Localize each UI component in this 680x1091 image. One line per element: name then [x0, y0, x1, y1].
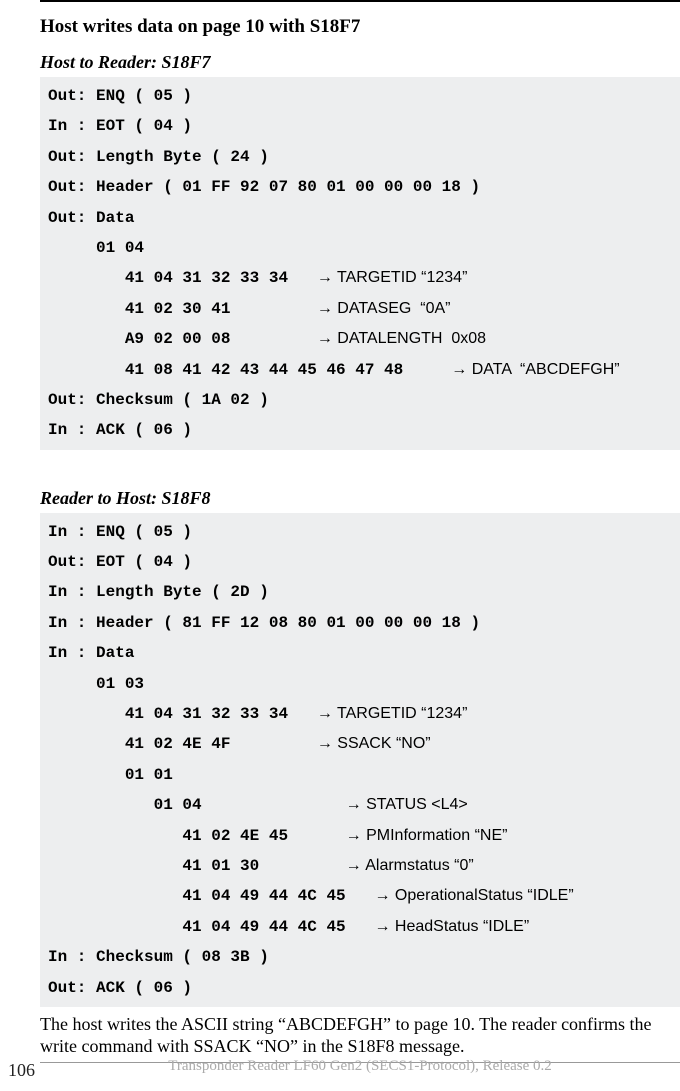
protocol-line: Out: ENQ ( 05 ): [48, 81, 672, 111]
body-text: The host writes the ASCII string “ABCDEF…: [40, 1013, 680, 1058]
protocol-line: 41 02 4E 45 → PMInformation “NE”: [48, 821, 672, 851]
protocol-text: Out: Checksum ( 1A 02 ): [48, 385, 269, 415]
protocol-annotation: → TARGETID “1234”: [317, 263, 468, 293]
protocol-annotation: → SSACK “NO”: [317, 729, 431, 759]
protocol-line: Out: Checksum ( 1A 02 ): [48, 385, 672, 415]
protocol-line: 41 02 4E 4F → SSACK “NO”: [48, 729, 672, 759]
protocol-line: A9 02 00 08 → DATALENGTH 0x08: [48, 324, 672, 354]
protocol-annotation: → STATUS <L4>: [346, 790, 468, 820]
protocol-text: 41 01 30: [48, 851, 346, 881]
protocol-text: 41 04 31 32 33 34: [48, 263, 317, 293]
protocol-line: 41 04 31 32 33 34 → TARGETID “1234”: [48, 699, 672, 729]
protocol-line: Out: EOT ( 04 ): [48, 547, 672, 577]
protocol-line: 41 01 30 → Alarmstatus “0”: [48, 851, 672, 881]
protocol-line: Out: Length Byte ( 24 ): [48, 142, 672, 172]
protocol-text: Out: Header ( 01 FF 92 07 80 01 00 00 00…: [48, 172, 480, 202]
protocol-text: 01 04: [48, 233, 144, 263]
protocol-line: In : Length Byte ( 2D ): [48, 577, 672, 607]
protocol-text: 41 04 49 44 4C 45: [48, 912, 374, 942]
protocol-text: 41 02 30 41: [48, 294, 317, 324]
protocol-annotation: → DATASEG “0A”: [317, 294, 451, 324]
footer-text: Transponder Reader LF60 Gen2 (SECS1-Prot…: [40, 1058, 680, 1075]
footer: 106 Transponder Reader LF60 Gen2 (SECS1-…: [0, 1060, 680, 1081]
protocol-text: Out: Length Byte ( 24 ): [48, 142, 269, 172]
protocol-annotation: → PMInformation “NE”: [346, 821, 508, 851]
protocol-annotation: → DATA “ABCDEFGH”: [451, 355, 619, 385]
protocol-line: 01 04 → STATUS <L4>: [48, 790, 672, 820]
protocol-text: 41 02 4E 4F: [48, 729, 317, 759]
protocol-text: 01 01: [48, 760, 173, 790]
protocol-line: In : Data: [48, 638, 672, 668]
protocol-text: 41 04 49 44 4C 45: [48, 881, 374, 911]
protocol-line: Out: Header ( 01 FF 92 07 80 01 00 00 00…: [48, 172, 672, 202]
protocol-annotation: → DATALENGTH 0x08: [317, 324, 486, 354]
protocol-text: In : Header ( 81 FF 12 08 80 01 00 00 00…: [48, 608, 480, 638]
protocol-line: 01 03: [48, 669, 672, 699]
protocol-line: In : Header ( 81 FF 12 08 80 01 00 00 00…: [48, 608, 672, 638]
block2-title: Reader to Host: S18F8: [40, 488, 680, 509]
protocol-line: 01 01: [48, 760, 672, 790]
protocol-text: In : ENQ ( 05 ): [48, 517, 192, 547]
protocol-text: In : Length Byte ( 2D ): [48, 577, 269, 607]
protocol-annotation: → TARGETID “1234”: [317, 699, 468, 729]
protocol-text: 41 04 31 32 33 34: [48, 699, 317, 729]
protocol-annotation: → OperationalStatus “IDLE”: [374, 881, 573, 911]
protocol-text: 41 02 4E 45: [48, 821, 346, 851]
protocol-text: Out: ENQ ( 05 ): [48, 81, 192, 111]
protocol-text: 41 08 41 42 43 44 45 46 47 48: [48, 355, 451, 385]
protocol-block-1: Out: ENQ ( 05 )In : EOT ( 04 )Out: Lengt…: [40, 77, 680, 450]
protocol-text: Out: Data: [48, 203, 134, 233]
protocol-line: In : EOT ( 04 ): [48, 111, 672, 141]
protocol-block-2: In : ENQ ( 05 )Out: EOT ( 04 )In : Lengt…: [40, 513, 680, 1007]
protocol-line: 41 04 49 44 4C 45 → HeadStatus “IDLE”: [48, 912, 672, 942]
protocol-text: Out: ACK ( 06 ): [48, 973, 192, 1003]
protocol-text: 01 04: [48, 790, 346, 820]
protocol-line: In : ACK ( 06 ): [48, 415, 672, 445]
protocol-text: In : ACK ( 06 ): [48, 415, 192, 445]
protocol-line: In : ENQ ( 05 ): [48, 517, 672, 547]
protocol-line: Out: ACK ( 06 ): [48, 973, 672, 1003]
protocol-text: In : Data: [48, 638, 134, 668]
section-title: Host writes data on page 10 with S18F7: [40, 16, 680, 38]
page-number: 106: [0, 1060, 40, 1081]
protocol-line: Out: Data: [48, 203, 672, 233]
protocol-line: 41 02 30 41 → DATASEG “0A”: [48, 294, 672, 324]
protocol-annotation: → HeadStatus “IDLE”: [374, 912, 529, 942]
protocol-line: 41 08 41 42 43 44 45 46 47 48 → DATA “AB…: [48, 355, 672, 385]
protocol-text: Out: EOT ( 04 ): [48, 547, 192, 577]
protocol-line: 01 04: [48, 233, 672, 263]
protocol-line: 41 04 31 32 33 34 → TARGETID “1234”: [48, 263, 672, 293]
block1-title: Host to Reader: S18F7: [40, 52, 680, 73]
protocol-text: In : Checksum ( 08 3B ): [48, 942, 269, 972]
protocol-text: A9 02 00 08: [48, 324, 317, 354]
protocol-text: In : EOT ( 04 ): [48, 111, 192, 141]
protocol-line: In : Checksum ( 08 3B ): [48, 942, 672, 972]
protocol-annotation: → Alarmstatus “0”: [346, 851, 474, 881]
protocol-line: 41 04 49 44 4C 45 → OperationalStatus “I…: [48, 881, 672, 911]
protocol-text: 01 03: [48, 669, 144, 699]
